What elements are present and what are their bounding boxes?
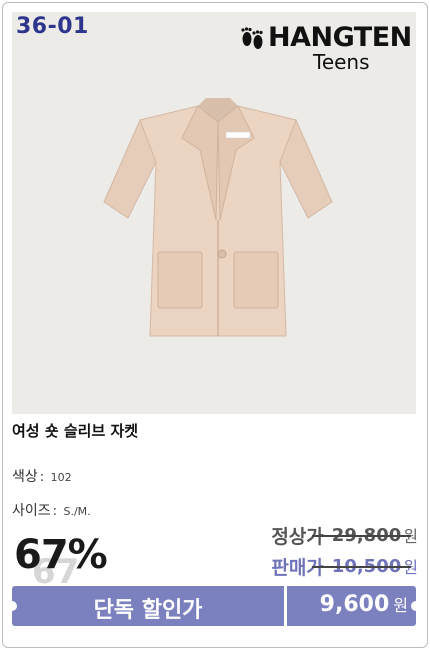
final-price: 9,600 원 [320,592,408,617]
product-photo[interactable]: 36-01 HANGTEN Teens [12,12,416,414]
band-notch-right [411,601,421,611]
color-separator: : [39,470,45,485]
jacket-product-image [103,98,333,337]
strikethrough-line [311,566,412,568]
color-value: 102 [50,471,72,484]
brand-sub: Teens [313,50,370,74]
color-attribute: 색상: 102 [12,466,72,486]
size-label: 사이즈 [12,503,51,519]
brand-name: HANGTEN [268,22,412,53]
strikethrough-line [311,535,412,537]
size-separator: : [52,504,58,519]
size-value: S./M. [63,505,91,518]
product-code: 36-01 [16,14,89,39]
footprints-logo-icon [241,27,263,49]
discount-rate: 67% [14,532,108,578]
regular-price-row: 정상가 29,800 원 [271,522,418,548]
exclusive-price-band[interactable]: 단독 할인가 9,600 원 [7,586,421,626]
size-attribute: 사이즈: S./M. [12,500,91,520]
product-title[interactable]: 여성 숏 슬리브 자켓 [12,420,138,441]
sale-price-row: 판매가 10,500 원 [271,553,418,579]
color-label: 색상 [12,469,38,485]
brand-logo: HANGTEN Teens [238,18,412,78]
final-price-value: 9,600 [319,592,390,617]
final-price-currency: 원 [393,596,408,615]
exclusive-price-label: 단독 할인가 [93,598,203,623]
